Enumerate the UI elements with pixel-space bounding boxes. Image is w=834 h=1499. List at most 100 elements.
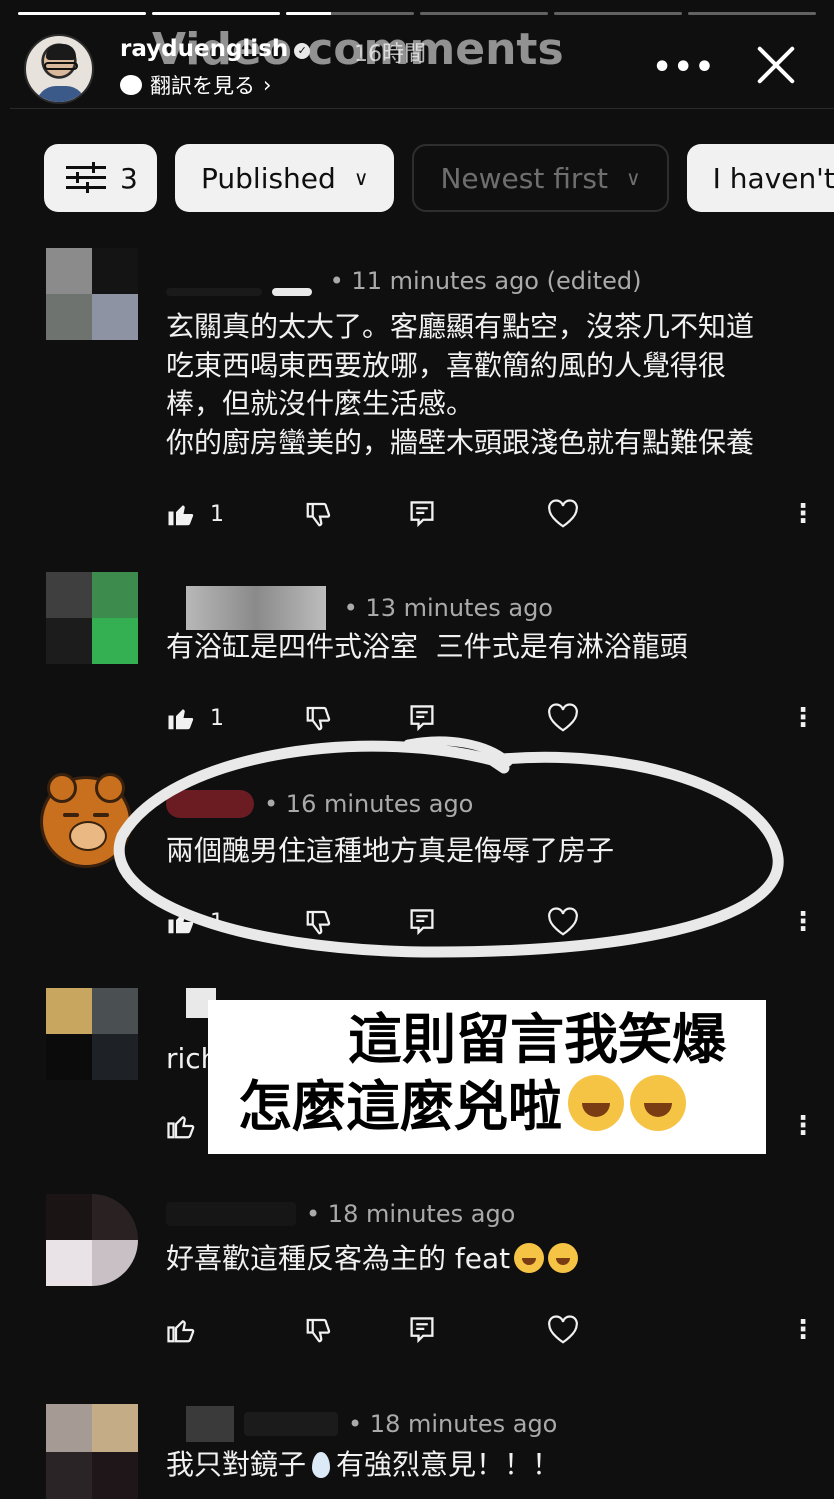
caption-line-1: 這則留言我笑爆 — [348, 1008, 726, 1071]
redacted-username — [186, 586, 326, 630]
thumb-up-icon — [167, 1116, 195, 1139]
more-options-button[interactable]: ••• — [652, 50, 716, 85]
response-filter-chip[interactable]: I haven't — [686, 144, 834, 212]
heart-button[interactable] — [546, 1310, 580, 1350]
comment-actions: 1 ⋮ — [166, 902, 816, 942]
heart-icon — [548, 907, 578, 936]
redacted-username — [244, 1412, 338, 1436]
heart-icon — [548, 499, 578, 528]
comment-text: 我只對鏡子 有強烈意見！！！ — [166, 1446, 810, 1485]
filter-chip-bar: 3 Published ∨ Newest first ∨ I haven't — [44, 144, 834, 212]
comment-text: 有浴缸是四件式浴室 三件式是有淋浴龍頭 — [166, 630, 688, 663]
comment-menu-icon[interactable]: ⋮ — [790, 494, 816, 534]
filter-count: 3 — [120, 161, 138, 195]
username-text: rayduenglish — [120, 36, 289, 62]
like-button[interactable] — [166, 1310, 196, 1350]
story-progress-segment — [152, 12, 280, 15]
commenter-avatar-bear[interactable] — [40, 773, 132, 868]
comment-meta: • 18 minutes ago — [166, 1406, 557, 1442]
story-progress-segment — [688, 12, 816, 15]
reply-button[interactable] — [408, 698, 436, 738]
username-link[interactable]: rayduenglish ✓ — [120, 36, 311, 62]
comment-time: 16 minutes ago — [285, 790, 474, 818]
story-timestamp: 16時間 — [354, 42, 426, 67]
thumb-down-icon — [306, 706, 331, 731]
commenter-avatar[interactable] — [46, 248, 138, 340]
comment-menu-icon[interactable]: ⋮ — [790, 1310, 816, 1350]
comment-meta: • 13 minutes ago — [166, 586, 553, 630]
heart-button[interactable] — [546, 494, 580, 534]
dislike-button[interactable] — [304, 902, 334, 942]
comment-meta: • 11 minutes ago (edited) — [166, 266, 641, 296]
chevron-down-icon: ∨ — [353, 166, 369, 190]
comment-text: 玄關真的太大了。客廳顯有點空，沒茶几不知道 吃東西喝東西要放哪，喜歡簡約風的人覺… — [166, 310, 755, 459]
comment-time: 18 minutes ago — [369, 1410, 558, 1438]
filter-button[interactable]: 3 — [44, 144, 157, 212]
sliders-icon — [66, 162, 106, 194]
like-count: 1 — [210, 705, 224, 731]
translate-button[interactable]: 翻訳を見る › — [120, 70, 271, 100]
heart-button[interactable] — [546, 902, 580, 942]
thumb-down-icon — [306, 502, 331, 527]
like-button[interactable] — [166, 1106, 196, 1146]
commenter-avatar[interactable] — [46, 988, 138, 1080]
translate-label: 翻訳を見る — [150, 74, 255, 98]
comment-text: 兩個醜男住這種地方真是侮辱了房子 — [166, 834, 615, 867]
story-progress-segment — [420, 12, 548, 15]
heart-icon — [548, 703, 578, 732]
comment-text-content: 好喜歡這種反客為主的 feat — [166, 1242, 511, 1275]
story-progress-segment — [18, 12, 146, 15]
comment-meta: • 18 minutes ago — [166, 1200, 515, 1228]
status-dropdown-label: Published — [201, 161, 336, 195]
comment-bullet: • — [348, 1410, 370, 1438]
like-button[interactable]: 1 — [166, 494, 224, 534]
comment-actions: 1 ⋮ — [166, 494, 816, 534]
speech-bubble-icon — [120, 75, 142, 95]
comment-menu-icon[interactable]: ⋮ — [790, 1106, 816, 1146]
comment-text-part-a: 我只對鏡子 — [166, 1448, 307, 1481]
reply-icon — [410, 909, 434, 936]
rolling-laughing-emoji-icon — [514, 1243, 545, 1273]
reply-button[interactable] — [408, 1310, 436, 1350]
dislike-button[interactable] — [304, 698, 334, 738]
dislike-button[interactable] — [304, 494, 334, 534]
redacted-username — [272, 288, 312, 296]
redacted-username — [166, 1202, 296, 1226]
thumb-up-filled-icon — [168, 505, 194, 526]
like-button[interactable]: 1 — [166, 902, 224, 942]
close-icon[interactable] — [752, 40, 800, 88]
heart-icon — [548, 1315, 578, 1344]
like-button[interactable]: 1 — [166, 698, 224, 738]
comment-text-part-b: 有強烈意見！！！ — [336, 1448, 561, 1481]
comment-bullet: • — [322, 267, 352, 295]
caption-line-2: 怎麼這麼兇啦 — [224, 1072, 750, 1142]
comment-time: 11 minutes ago (edited) — [351, 267, 642, 295]
droplet-emoji-icon — [312, 1452, 331, 1478]
response-filter-label: I haven't — [712, 161, 834, 195]
dislike-button[interactable] — [304, 1310, 334, 1350]
reply-button[interactable] — [408, 902, 436, 942]
thumb-down-icon — [306, 910, 331, 935]
story-header: Video comments rayduenglish ✓ 16時間 翻訳を見る … — [24, 24, 816, 106]
commenter-avatar[interactable] — [46, 572, 138, 664]
status-dropdown[interactable]: Published ∨ — [175, 144, 395, 212]
comment-menu-icon[interactable]: ⋮ — [790, 902, 816, 942]
heart-button[interactable] — [546, 698, 580, 738]
redacted-username — [166, 288, 262, 296]
story-progress — [18, 12, 816, 16]
comment-menu-icon[interactable]: ⋮ — [790, 698, 816, 738]
commenter-avatar[interactable] — [46, 1194, 138, 1286]
comment-time: 18 minutes ago — [327, 1200, 516, 1228]
thumb-down-icon — [306, 1318, 331, 1343]
comment-meta: • 16 minutes ago — [166, 790, 473, 818]
commenter-avatar[interactable] — [46, 1404, 138, 1499]
reply-icon — [410, 501, 434, 528]
comment-time: 13 minutes ago — [365, 594, 553, 622]
profile-avatar[interactable] — [24, 34, 94, 104]
like-count: 1 — [210, 501, 224, 527]
redacted-username — [166, 790, 254, 818]
reply-button[interactable] — [408, 494, 436, 534]
sort-dropdown[interactable]: Newest first ∨ — [412, 144, 669, 212]
thumb-up-icon — [167, 1320, 195, 1343]
comment-bullet: • — [264, 790, 286, 818]
